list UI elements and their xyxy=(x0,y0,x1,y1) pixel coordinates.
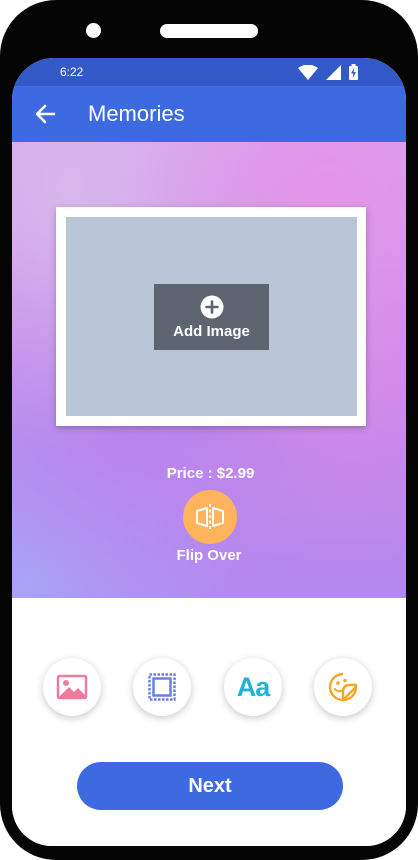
status-icons xyxy=(298,64,358,80)
earpiece-speaker xyxy=(160,24,258,38)
image-tool-button[interactable] xyxy=(43,658,101,716)
front-camera xyxy=(86,23,101,38)
plus-circle-icon xyxy=(200,295,223,319)
status-bar: 6:22 xyxy=(12,58,406,86)
text-icon: Aa xyxy=(236,671,271,702)
flip-icon xyxy=(196,504,224,530)
status-time: 6:22 xyxy=(60,65,84,79)
arrow-left-icon xyxy=(35,104,56,124)
add-image-button[interactable]: Add Image xyxy=(154,284,269,350)
flip-over-label: Flip Over xyxy=(176,547,242,564)
price-label: Price : $2.99 xyxy=(166,465,255,482)
cellular-signal-icon xyxy=(326,64,341,80)
phone-frame: 6:22 Memories Add Image Price: $2.99 Fl… xyxy=(0,0,418,860)
card-preview: Add Image Price : $2.99 Flip Over xyxy=(12,142,406,598)
photo-frame: Add Image xyxy=(56,207,366,426)
battery-charging-icon xyxy=(349,64,358,80)
app-bar: Memories xyxy=(12,86,406,142)
back-button[interactable] xyxy=(32,100,60,128)
page-title: Memories xyxy=(88,101,185,126)
sticker-tool-button[interactable] xyxy=(314,658,372,716)
frame-tool-button[interactable] xyxy=(133,658,191,716)
text-tool-button[interactable]: Aa xyxy=(224,658,282,716)
add-image-label: Add Image xyxy=(173,323,250,340)
frame-icon xyxy=(148,673,176,701)
wifi-icon xyxy=(298,64,318,80)
screen: 6:22 Memories Add Image Price: $2.99 Fl… xyxy=(12,58,406,846)
toolbar: Aa Next xyxy=(12,598,406,846)
photo-slot[interactable]: Add Image xyxy=(66,217,357,416)
sticker-icon xyxy=(328,672,358,702)
next-button[interactable]: Next xyxy=(77,762,343,810)
image-icon xyxy=(56,674,88,700)
flip-over-button[interactable] xyxy=(183,490,237,544)
